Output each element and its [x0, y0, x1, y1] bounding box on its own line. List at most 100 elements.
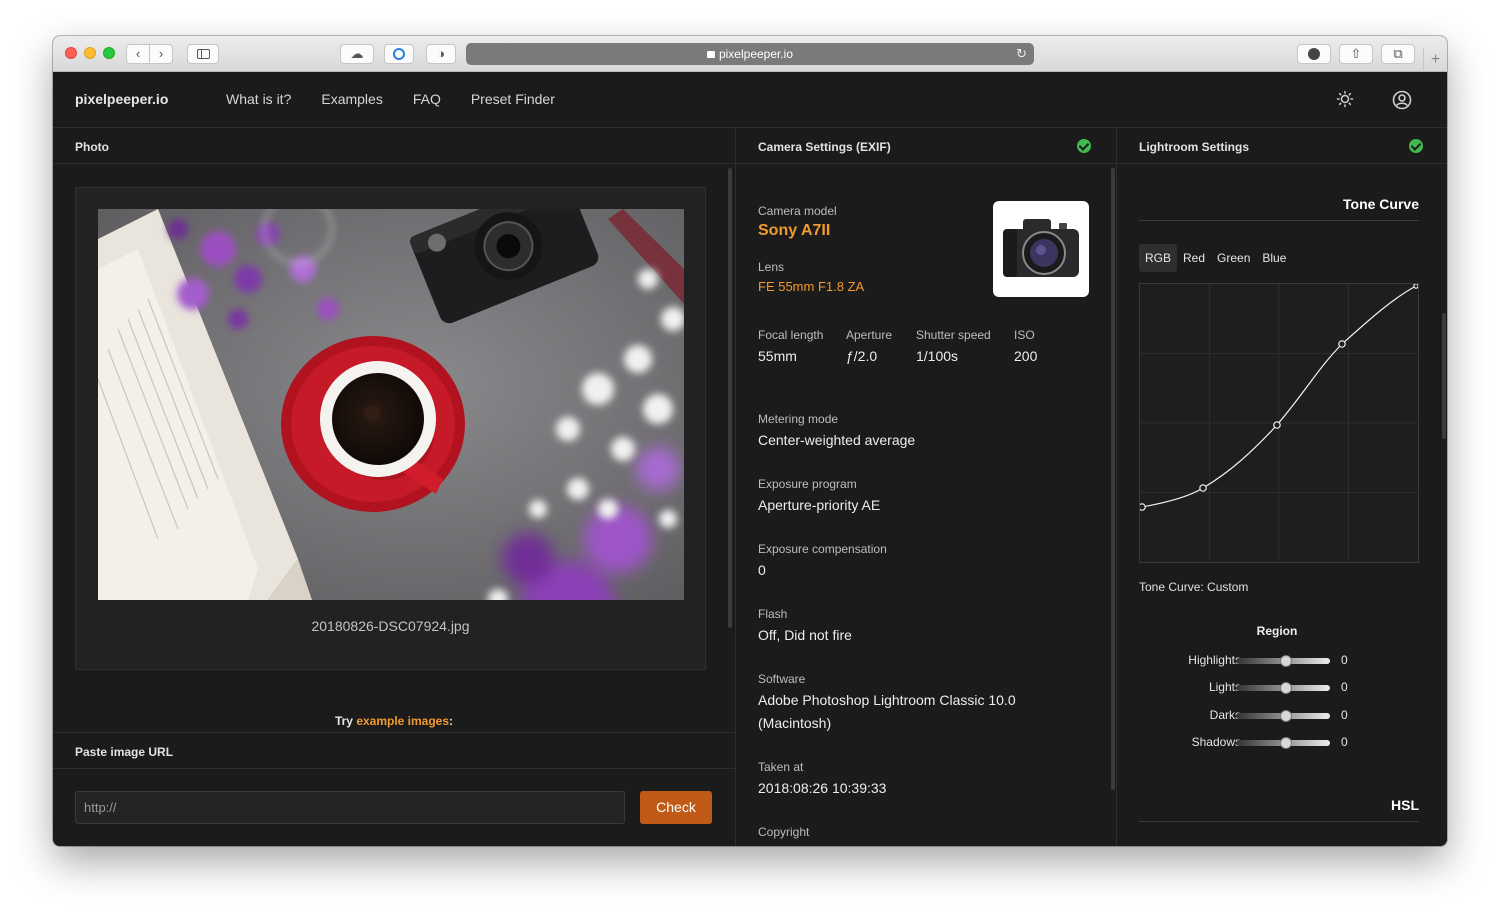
lightroom-panel: Lightroom Settings Tone Curve RGB Red Gr…: [1117, 128, 1447, 846]
icloud-button[interactable]: ☁: [340, 44, 374, 64]
history-nav: ‹ ›: [126, 44, 174, 64]
sidebar-icon: [196, 49, 210, 59]
share-button[interactable]: ⇧: [1339, 44, 1373, 64]
section-divider: [1139, 220, 1419, 221]
password-manager-button[interactable]: [384, 44, 414, 64]
camera-thumbnail: [993, 201, 1089, 297]
highlights-slider-handle[interactable]: [1280, 655, 1292, 667]
zoom-window-button[interactable]: [103, 47, 115, 59]
tab-rgb[interactable]: RGB: [1139, 244, 1178, 272]
lens-label: Lens: [758, 260, 785, 274]
camera-model-label: Camera model: [758, 204, 837, 218]
password-manager-icon: [393, 48, 405, 60]
lights-slider-row: Lights 0: [1139, 680, 1429, 696]
main-nav: What is it? Examples FAQ Preset Finder: [226, 91, 585, 107]
photo-panel-scrollbar[interactable]: [728, 168, 732, 628]
minimize-window-button[interactable]: [84, 47, 96, 59]
address-bar[interactable]: pixelpeeper.io ↻: [466, 43, 1034, 65]
curve-point[interactable]: [1273, 421, 1281, 429]
exposure-compensation-value: 0: [758, 562, 766, 578]
chevron-right-icon: ›: [158, 46, 164, 61]
iso-label: ISO: [1014, 328, 1035, 342]
sun-icon: [1336, 90, 1354, 108]
curve-point[interactable]: [1413, 283, 1419, 289]
darks-value: 0: [1341, 708, 1348, 722]
shutter-speed-label: Shutter speed: [916, 328, 991, 342]
exif-panel-title: Camera Settings (EXIF): [758, 140, 891, 154]
metering-mode-value: Center-weighted average: [758, 432, 916, 448]
try-examples-line: Try example images:: [53, 714, 735, 728]
aperture-label: Aperture: [846, 328, 893, 342]
tabs-overview-button[interactable]: ⧉: [1381, 44, 1415, 64]
download-icon: [1308, 48, 1320, 60]
tab-blue[interactable]: Blue: [1256, 244, 1292, 272]
flash-label: Flash: [758, 607, 788, 621]
lightroom-panel-scrollbar[interactable]: [1442, 313, 1446, 439]
image-url-input[interactable]: http://: [75, 791, 625, 824]
new-tab-button[interactable]: +: [1423, 48, 1447, 72]
photo-panel-title: Photo: [75, 140, 109, 154]
darks-slider-handle[interactable]: [1280, 710, 1292, 722]
account-button[interactable]: [1392, 90, 1412, 110]
check-circle-icon: [1077, 139, 1091, 153]
nav-what-is-it[interactable]: What is it?: [226, 91, 291, 107]
software-value-line1: Adobe Photoshop Lightroom Classic 10.0: [758, 692, 1016, 708]
section-divider: [1139, 821, 1419, 822]
camera-icon: [1003, 219, 1079, 277]
downloads-button[interactable]: [1297, 44, 1331, 64]
tone-curve-caption: Tone Curve: Custom: [1139, 580, 1249, 594]
try-suffix: :: [449, 714, 454, 728]
tab-red[interactable]: Red: [1177, 244, 1211, 272]
photo-filename: 20180826-DSC07924.jpg: [311, 618, 470, 634]
tone-curve-channel-tabs: RGB Red Green Blue: [1139, 244, 1292, 272]
uploaded-photo: [98, 209, 684, 600]
user-icon: [1392, 90, 1412, 110]
reload-icon[interactable]: ↻: [1016, 43, 1027, 65]
lightroom-panel-title: Lightroom Settings: [1139, 140, 1249, 154]
example-images-link[interactable]: example images: [356, 714, 449, 728]
curve-point[interactable]: [1199, 484, 1207, 492]
check-circle-icon: [1409, 139, 1423, 153]
shield-icon: ◑: [437, 46, 445, 61]
exif-panel-header: Camera Settings (EXIF): [736, 128, 1116, 164]
nav-faq[interactable]: FAQ: [413, 91, 441, 107]
theme-toggle-button[interactable]: [1335, 90, 1355, 110]
lights-slider-handle[interactable]: [1280, 682, 1292, 694]
close-window-button[interactable]: [65, 47, 77, 59]
lights-label: Lights: [1208, 680, 1241, 694]
check-button[interactable]: Check: [640, 791, 712, 824]
lens-value[interactable]: FE 55mm F1.8 ZA: [758, 279, 864, 294]
photo-panel: Photo 20180826-DSC07924.jpg Try example …: [53, 128, 735, 846]
darks-slider-row: Darks 0: [1139, 708, 1429, 724]
paste-url-title: Paste image URL: [75, 745, 174, 759]
software-value-line2: (Macintosh): [758, 715, 832, 731]
nav-preset-finder[interactable]: Preset Finder: [471, 91, 555, 107]
exposure-program-value: Aperture-priority AE: [758, 497, 881, 513]
curve-point[interactable]: [1338, 340, 1346, 348]
highlights-label: Highlights: [1188, 653, 1241, 667]
camera-model-value[interactable]: Sony A7II: [758, 222, 830, 240]
forward-button[interactable]: ›: [149, 44, 173, 64]
tone-curve-graph: [1138, 283, 1419, 563]
curve-point[interactable]: [1138, 503, 1146, 511]
focal-length-value: 55mm: [758, 348, 797, 364]
privacy-shield-button[interactable]: ◑: [426, 44, 456, 64]
tab-green[interactable]: Green: [1211, 244, 1256, 272]
lights-value: 0: [1341, 680, 1348, 694]
back-button[interactable]: ‹: [126, 44, 150, 64]
photo-image: [98, 209, 684, 600]
iso-value: 200: [1014, 348, 1038, 364]
plus-icon: +: [1430, 51, 1441, 68]
try-prefix: Try: [334, 714, 357, 728]
shadows-label: Shadows: [1191, 735, 1241, 749]
site-logo[interactable]: pixelpeeper.io: [75, 91, 168, 107]
browser-toolbar: ‹ › ☁ ◑ pixelpeeper.io ↻ ⇧ ⧉ +: [53, 36, 1447, 72]
url-text: pixelpeeper.io: [718, 47, 794, 61]
nav-examples[interactable]: Examples: [321, 91, 382, 107]
exposure-compensation-label: Exposure compensation: [758, 542, 887, 556]
sidebar-toggle-button[interactable]: [187, 44, 219, 64]
taken-at-label: Taken at: [758, 760, 804, 774]
shadows-slider-handle[interactable]: [1280, 737, 1292, 749]
exif-panel-scrollbar[interactable]: [1111, 168, 1115, 790]
photo-panel-header: Photo: [53, 128, 735, 164]
